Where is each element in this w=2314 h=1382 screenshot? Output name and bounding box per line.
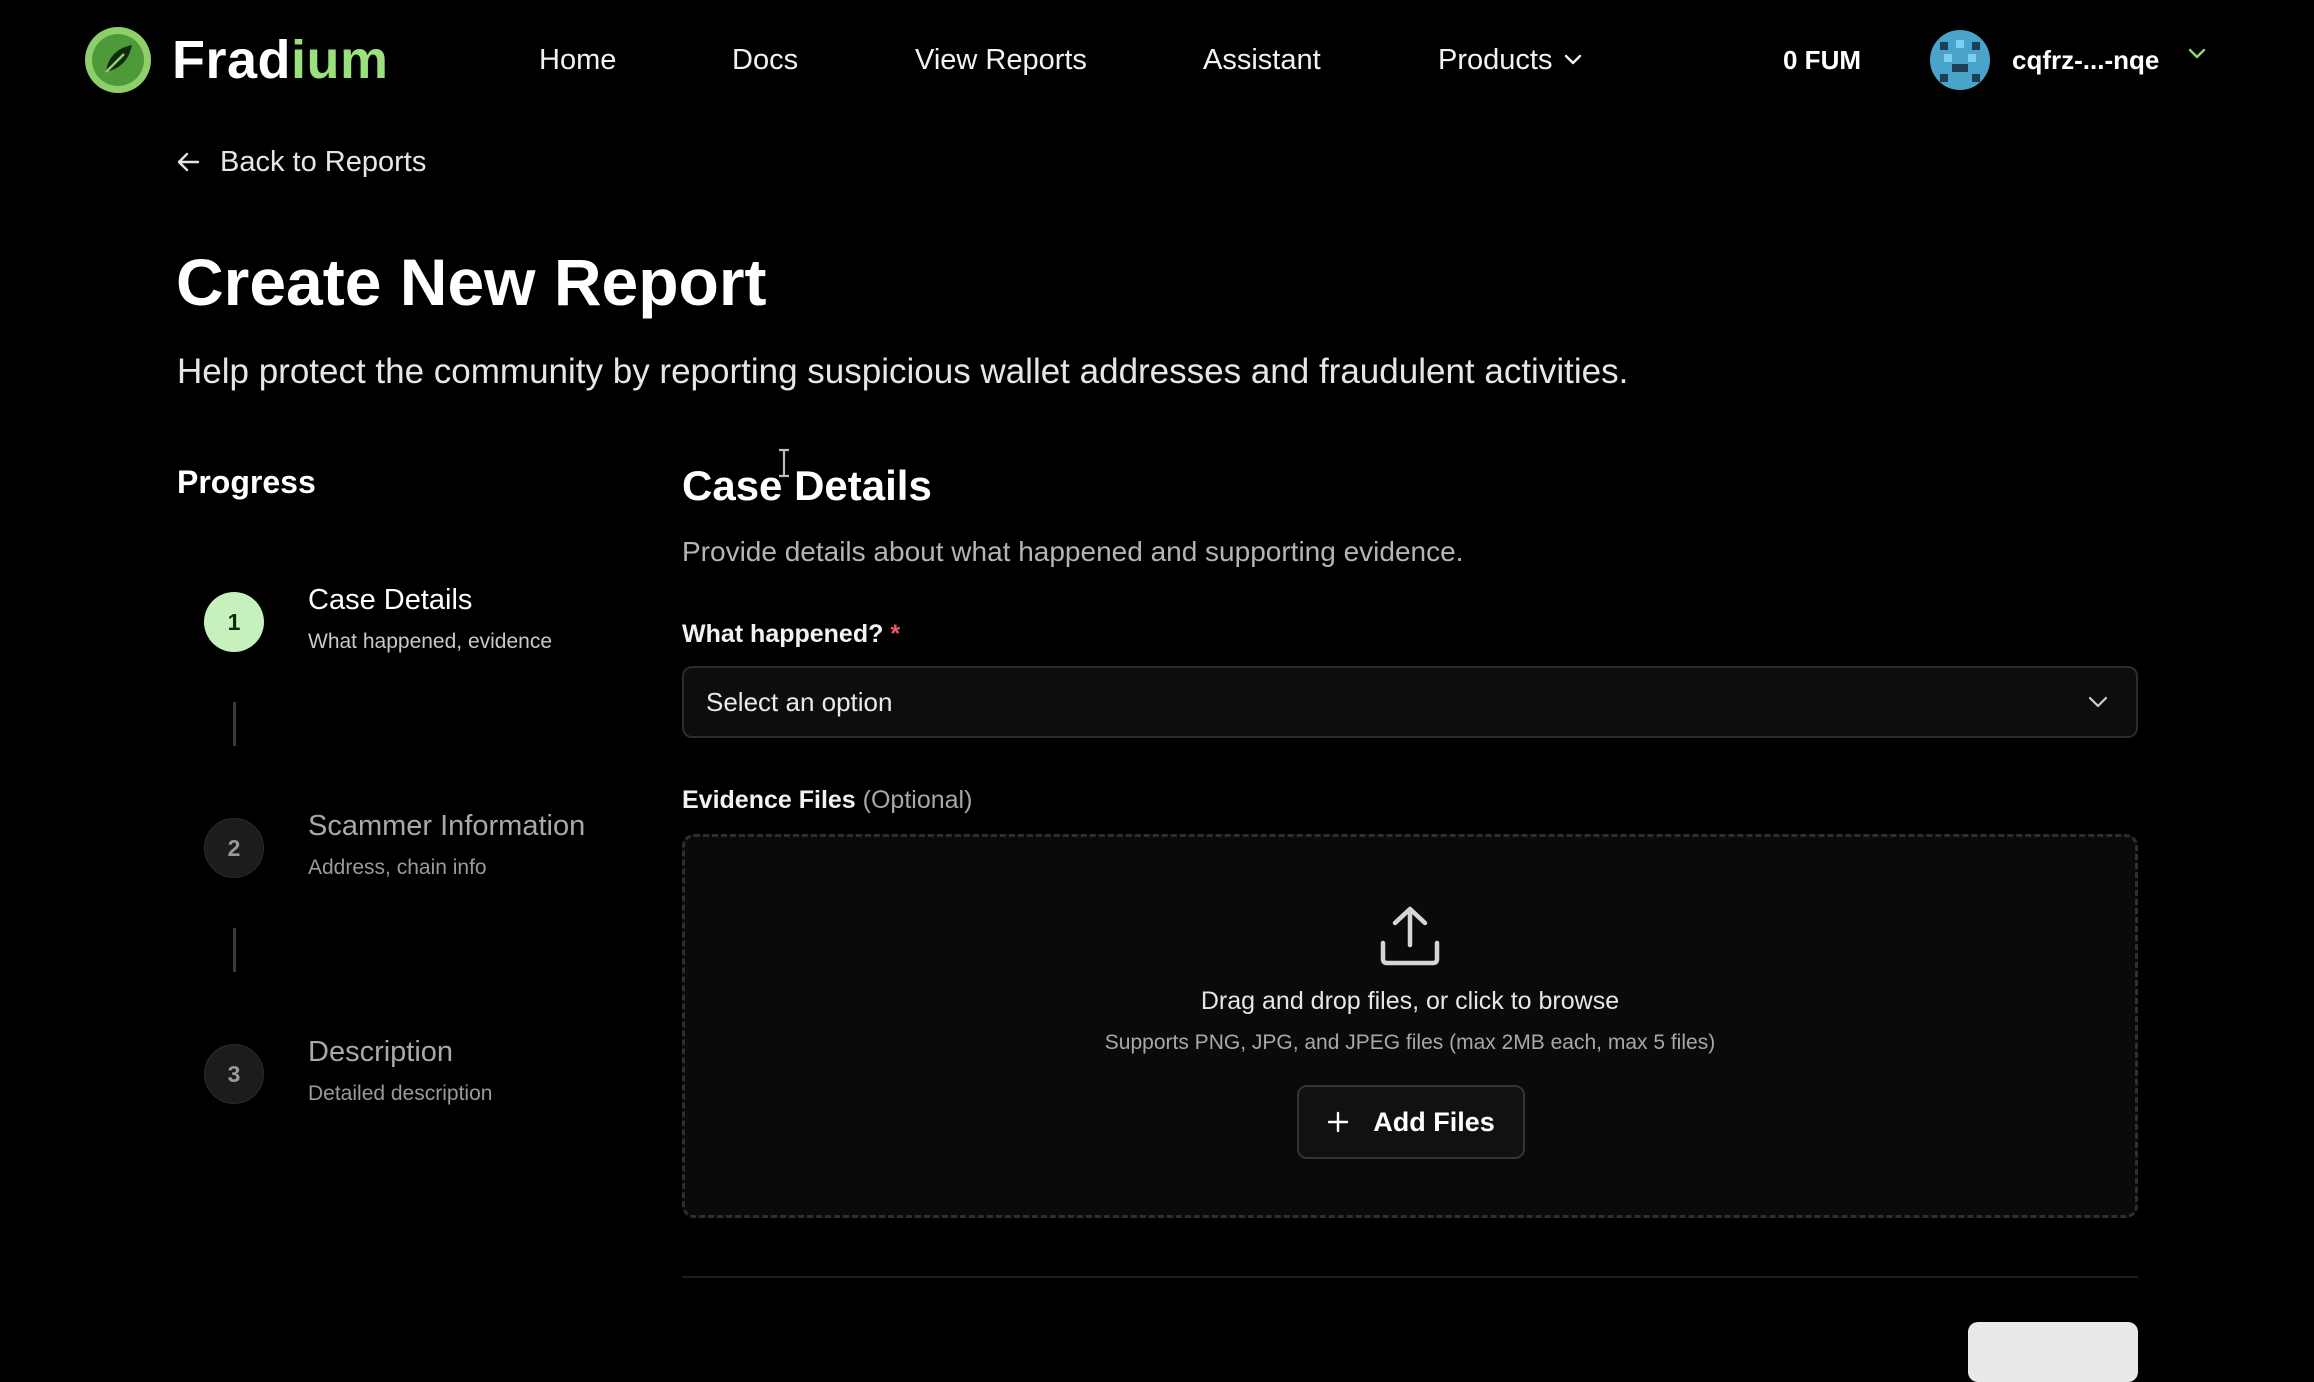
arrow-left-icon bbox=[177, 152, 200, 172]
section-subtitle: Provide details about what happened and … bbox=[682, 536, 1464, 567]
evidence-files-label: Evidence Files (Optional) bbox=[682, 784, 972, 816]
required-indicator: * bbox=[890, 620, 901, 648]
nav-assistant[interactable]: Assistant bbox=[1203, 42, 1321, 78]
page-subtitle: Help protect the community by reporting … bbox=[177, 352, 1629, 391]
step-number-badge: 3 bbox=[204, 1044, 264, 1104]
account-name[interactable]: cqfrz-...-nqe bbox=[2012, 43, 2159, 77]
nav-products-label: Products bbox=[1438, 44, 1553, 76]
leaf-logo-icon[interactable] bbox=[84, 26, 152, 94]
back-link-label: Back to Reports bbox=[220, 146, 427, 178]
chevron-down-icon bbox=[2088, 696, 2108, 708]
brand-name-accent: ium bbox=[291, 30, 389, 90]
nav-products[interactable]: Products bbox=[1438, 42, 1582, 78]
brand-name[interactable]: Fradium bbox=[172, 30, 389, 90]
progress-step-description[interactable]: 3 Description Detailed description bbox=[204, 1034, 492, 1108]
step-description: What happened, evidence bbox=[308, 630, 553, 653]
add-files-button[interactable]: Add Files bbox=[1297, 1085, 1525, 1159]
avatar[interactable] bbox=[1930, 30, 1990, 90]
dropzone-hint: Supports PNG, JPG, and JPEG files (max 2… bbox=[1104, 1031, 1716, 1054]
progress-step-case-details[interactable]: 1 Case Details What happened, evidence bbox=[204, 582, 552, 656]
chevron-down-icon[interactable] bbox=[2188, 48, 2206, 60]
section-title: Case Details bbox=[682, 462, 932, 509]
form-divider bbox=[682, 1276, 2138, 1278]
next-button[interactable] bbox=[1968, 1322, 2138, 1382]
what-happened-label: What happened? * bbox=[682, 618, 900, 650]
step-description: Address, chain info bbox=[308, 856, 487, 879]
step-description: Detailed description bbox=[308, 1082, 493, 1105]
step-number-badge: 2 bbox=[204, 818, 264, 878]
step-title: Scammer Information bbox=[308, 810, 586, 842]
step-number-badge: 1 bbox=[204, 592, 264, 652]
nav-home[interactable]: Home bbox=[539, 42, 616, 78]
add-files-label: Add Files bbox=[1373, 1106, 1495, 1137]
page-title: Create New Report bbox=[176, 245, 767, 319]
nav-view-reports[interactable]: View Reports bbox=[915, 42, 1087, 78]
step-title: Description bbox=[308, 1036, 454, 1068]
upload-icon bbox=[1380, 906, 1440, 966]
evidence-files-label-text: Evidence Files bbox=[682, 786, 856, 814]
optional-note: (Optional) bbox=[862, 786, 973, 814]
chevron-down-icon bbox=[1565, 54, 1582, 65]
progress-heading: Progress bbox=[177, 464, 316, 500]
nav-docs[interactable]: Docs bbox=[732, 42, 798, 78]
token-balance: 0 FUM bbox=[1783, 45, 1861, 75]
brand-name-part1: Frad bbox=[172, 30, 292, 90]
what-happened-select[interactable]: Select an option bbox=[682, 666, 2138, 738]
step-connector bbox=[233, 702, 236, 746]
back-to-reports-link[interactable]: Back to Reports bbox=[176, 144, 426, 180]
text-cursor-icon bbox=[779, 448, 789, 478]
what-happened-label-text: What happened? bbox=[682, 620, 884, 648]
dropzone-title: Drag and drop files, or click to browse bbox=[1200, 987, 1620, 1015]
plus-icon bbox=[1328, 1111, 1349, 1133]
progress-step-scammer-information[interactable]: 2 Scammer Information Address, chain inf… bbox=[204, 808, 585, 882]
step-title: Case Details bbox=[308, 584, 473, 616]
step-connector bbox=[233, 928, 236, 972]
top-navigation: Fradium Home Docs View Reports Assistant… bbox=[0, 0, 2314, 122]
evidence-dropzone[interactable]: Drag and drop files, or click to browse … bbox=[682, 834, 2138, 1218]
what-happened-select-value: Select an option bbox=[706, 686, 893, 717]
